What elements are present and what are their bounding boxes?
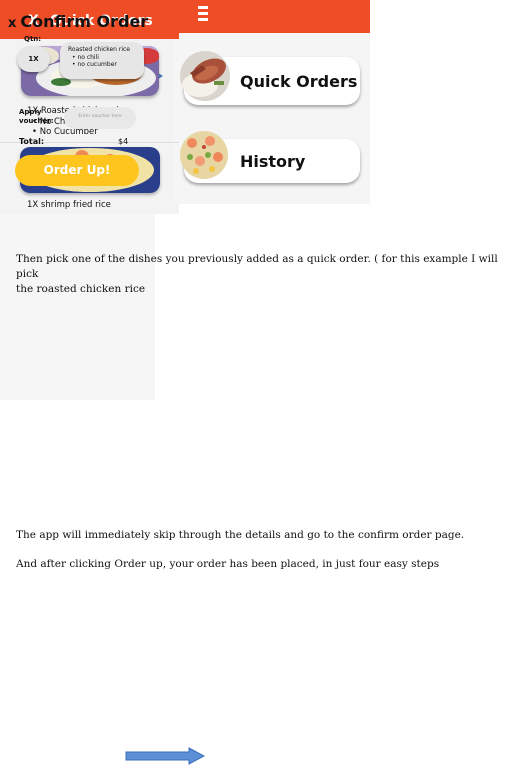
menu-icon[interactable] [198, 6, 208, 21]
order-up-button[interactable]: Order Up! [15, 155, 139, 186]
arrow-right-icon [125, 747, 205, 765]
quantity-value: 1X [28, 55, 39, 63]
order-item-card: Roasted chicken rice • no chili • no cuc… [60, 42, 144, 79]
quick-orders-label: Quick Orders [240, 72, 358, 91]
order-item-details: Roasted chicken rice • no chili • no cuc… [68, 46, 130, 69]
item-2-name: 1X shrimp fried rice [27, 200, 111, 210]
total-label: Total: [19, 137, 45, 146]
top-bar [174, 0, 370, 33]
instruction-line-2: the roasted chicken rice [16, 283, 146, 295]
fried-rice-image [180, 131, 228, 179]
total-value: $4 [118, 137, 129, 146]
instruction-paragraph-3: And after clicking Order up, your order … [16, 558, 440, 570]
confirm-order-title: x Confirm Order [8, 12, 148, 31]
voucher-placeholder: Enter voucher here [78, 114, 122, 119]
voucher-label: Apply voucher: [19, 108, 54, 125]
order-option-1: • no chili [72, 53, 99, 61]
qtn-label: Qtn: [24, 35, 42, 43]
instruction-paragraph-1: Then pick one of the dishes you previous… [16, 252, 511, 297]
instruction-line-1: Then pick one of the dishes you previous… [16, 253, 498, 280]
quick-order-item-2[interactable]: 1X shrimp fried rice [27, 200, 111, 211]
confirm-order-title-text: Confirm Order [20, 12, 149, 31]
voucher-input[interactable]: Enter voucher here [64, 107, 136, 129]
roast-chicken-image [180, 51, 230, 101]
order-item-name: Roasted chicken rice [68, 46, 130, 53]
instruction-paragraph-2: The app will immediately skip through th… [16, 529, 465, 541]
close-button[interactable]: x [8, 16, 16, 31]
confirm-order-screen: x Confirm Order Qtn: 1X Roasted chicken r… [0, 12, 155, 400]
history-label: History [240, 152, 306, 171]
order-option-2: • no cucumber [72, 61, 117, 68]
home-screen: Quick Orders History [174, 0, 370, 204]
quantity-pill[interactable]: 1X [17, 46, 50, 72]
